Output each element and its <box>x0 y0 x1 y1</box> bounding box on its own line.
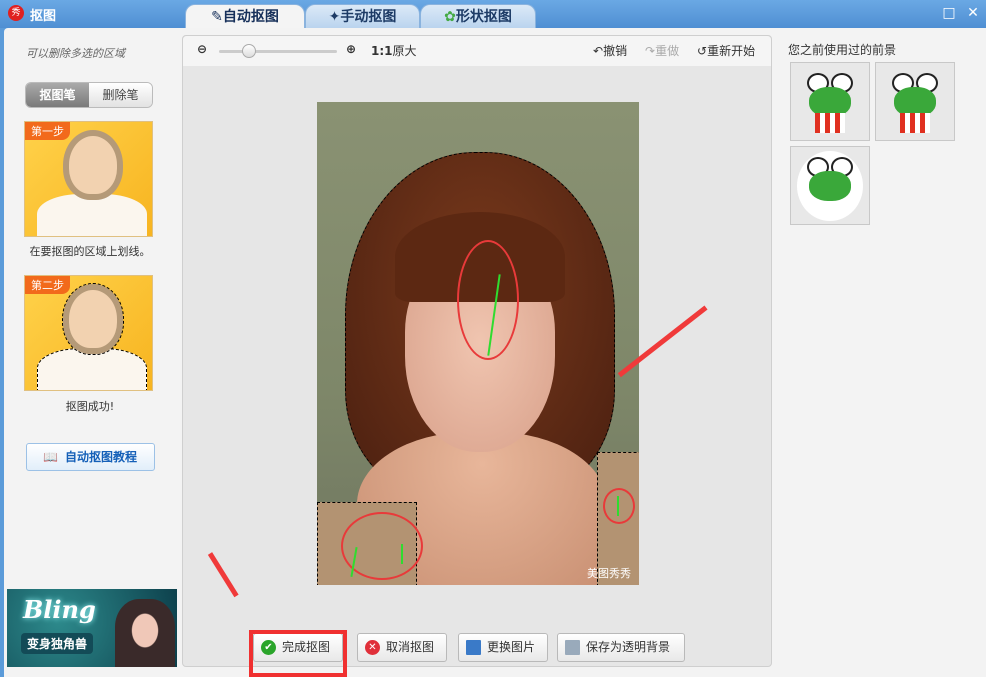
actual-size-label: 原大 <box>392 44 417 58</box>
ad-portrait <box>115 599 175 667</box>
zoom-in-icon[interactable]: ⊕ <box>346 42 356 56</box>
save-transparent-button[interactable]: 保存为透明背景 <box>557 633 685 662</box>
scarf <box>815 113 845 133</box>
step2-badge: 第二步 <box>25 276 70 294</box>
frog-sticker <box>805 73 855 133</box>
image-icon <box>466 640 481 655</box>
hint-text: 可以删除多选的区域 <box>26 47 125 60</box>
foreground-thumb[interactable] <box>790 146 870 225</box>
zoom-slider[interactable] <box>219 50 337 53</box>
redo-button[interactable]: ↷重做 <box>645 42 679 59</box>
erase-pen-button[interactable]: 删除笔 <box>89 83 152 107</box>
foreground-thumb[interactable] <box>790 62 870 141</box>
close-button[interactable]: ✕ <box>964 4 982 22</box>
window-title: 抠图 <box>30 9 57 24</box>
book-icon: 📖 <box>43 450 58 464</box>
cancel-icon: ✕ <box>365 640 380 655</box>
save-icon <box>565 640 580 655</box>
green-stroke <box>401 544 403 564</box>
cancel-cutout-button[interactable]: ✕ 取消抠图 <box>357 633 447 662</box>
tab-shape-cutout[interactable]: ✿形状抠图 <box>420 4 536 29</box>
shape-icon: ✿ <box>444 9 456 25</box>
replace-image-button[interactable]: 更换图片 <box>458 633 548 662</box>
wand-icon: ✦ <box>328 9 341 25</box>
tab-auto-cutout[interactable]: ✎自动抠图 <box>185 4 305 29</box>
zoom-out-icon[interactable]: ⊖ <box>197 42 207 56</box>
pen-toggle: 抠图笔 删除笔 <box>25 82 153 108</box>
step1-badge: 第一步 <box>25 122 70 140</box>
recent-foregrounds-title: 您之前使用过的前景 <box>788 43 897 57</box>
tab-manual-cutout[interactable]: ✦手动抠图 <box>305 4 420 29</box>
baby-figure <box>62 283 124 355</box>
zoom-slider-knob[interactable] <box>241 44 256 58</box>
step2-caption: 抠图成功! <box>65 400 115 413</box>
undo-button[interactable]: ↶撤销 <box>593 42 627 59</box>
ad-banner[interactable]: Bling 变身独角兽 <box>7 589 177 667</box>
cutout-pen-button[interactable]: 抠图笔 <box>26 83 89 107</box>
frog-sticker <box>805 157 855 217</box>
shirt <box>37 194 147 236</box>
redo-icon: ↷ <box>645 44 656 58</box>
highlight-circle <box>457 240 519 360</box>
maximize-button[interactable]: □ <box>940 4 958 22</box>
zoom-ratio: 1:1 <box>371 44 393 58</box>
scarf <box>900 113 930 133</box>
brush-icon: ✎ <box>211 9 223 25</box>
highlight-box <box>249 630 347 677</box>
canvas-toolbar: ⊖ ⊕ 1:1原大 ↶撤销 ↷重做 ↺重新开始 <box>183 36 771 66</box>
ad-title: Bling <box>23 595 96 624</box>
actual-size-button[interactable]: 1:1原大 <box>371 42 417 59</box>
restart-button[interactable]: ↺重新开始 <box>697 42 755 59</box>
frog-sticker <box>890 73 940 133</box>
tutorial-button[interactable]: 📖 自动抠图教程 <box>26 443 155 471</box>
restart-icon: ↺ <box>697 44 708 58</box>
shirt <box>37 348 147 390</box>
photo-canvas[interactable]: 美图秀秀 <box>317 102 639 585</box>
baby-figure <box>63 130 123 200</box>
body <box>809 171 851 201</box>
highlight-circle <box>603 488 635 524</box>
undo-icon: ↶ <box>593 44 604 58</box>
step1-image: 第一步 <box>24 121 153 237</box>
ad-subtitle: 变身独角兽 <box>21 633 94 654</box>
title-bar: 秀 抠图 ✎自动抠图 ✦手动抠图 ✿形状抠图 □ ✕ <box>0 0 986 29</box>
watermark: 美图秀秀 <box>587 567 631 580</box>
green-stroke <box>617 496 619 516</box>
app-logo-icon: 秀 <box>8 5 24 21</box>
step1-caption: 在要抠图的区域上划线。 <box>29 245 151 258</box>
foreground-thumb[interactable] <box>875 62 955 141</box>
step2-image: 第二步 <box>24 275 153 391</box>
